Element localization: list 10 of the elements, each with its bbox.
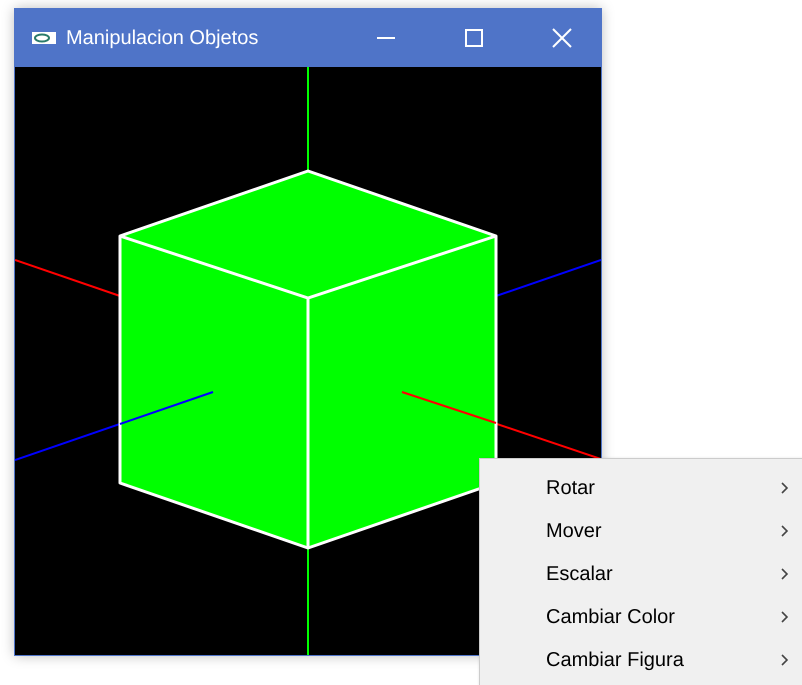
menu-item[interactable]: Escalar: [480, 552, 802, 595]
minimize-icon: [377, 37, 395, 39]
close-icon: [552, 28, 572, 48]
maximize-icon: [465, 29, 483, 47]
app-icon: [32, 32, 56, 44]
menu-item[interactable]: Cambiar Figura: [480, 638, 802, 681]
menu-item[interactable]: Mover: [480, 509, 802, 552]
menu-item[interactable]: Cambiar Color: [480, 595, 802, 638]
menu-item[interactable]: Rotar: [480, 466, 802, 509]
window-title: Manipulacion Objetos: [66, 26, 258, 51]
